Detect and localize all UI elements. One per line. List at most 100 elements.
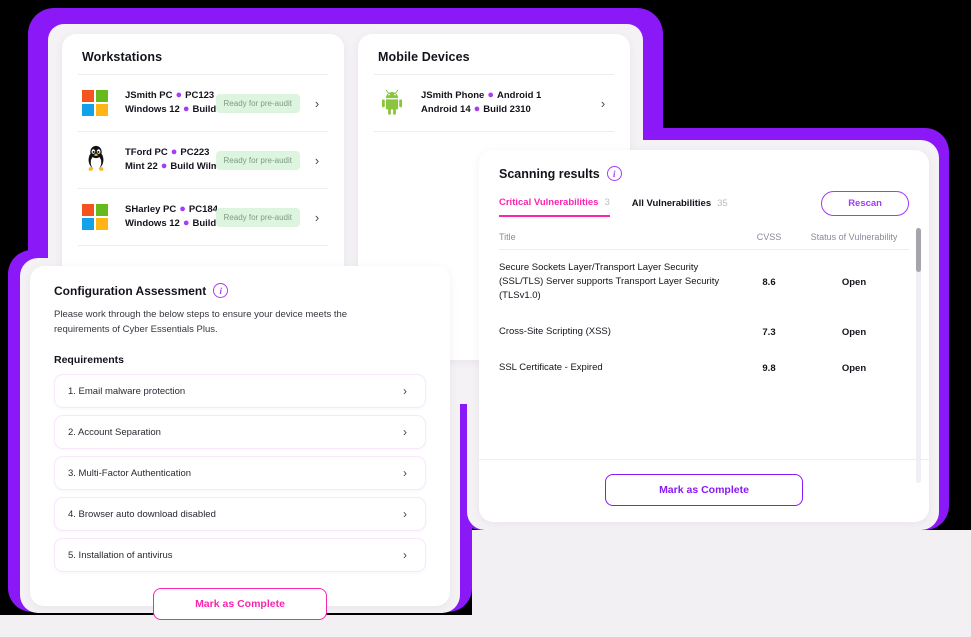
workstations-device-list: JSmith PC●PC123 Windows 12●Build 23H2 Re… bbox=[62, 74, 344, 247]
device-build: Build 2310 bbox=[483, 104, 531, 115]
tab-count: 35 bbox=[717, 198, 728, 209]
tab-all-vulnerabilities[interactable]: All Vulnerabilities 35 bbox=[632, 198, 728, 216]
requirement-label: 4. Browser auto download disabled bbox=[68, 508, 216, 520]
vulnerability-status: Open bbox=[841, 362, 867, 374]
requirements-label: Requirements bbox=[54, 354, 125, 366]
column-header-title: Title bbox=[499, 232, 516, 242]
configuration-assessment-card: Configuration Assessment i Please work t… bbox=[30, 266, 450, 620]
requirements-list: 1. Email malware protection › 2. Account… bbox=[30, 366, 450, 572]
tab-critical-vulnerabilities[interactable]: Critical Vulnerabilities 3 bbox=[499, 197, 610, 217]
requirement-item-1[interactable]: 1. Email malware protection › bbox=[54, 374, 426, 408]
device-id: Android 1 bbox=[497, 90, 542, 101]
separator-dot-icon: ● bbox=[160, 160, 168, 173]
device-id: PC223 bbox=[180, 147, 210, 158]
vulnerability-tabs: Critical Vulnerabilities 3 All Vulnerabil… bbox=[479, 181, 929, 223]
android-robot-icon bbox=[378, 88, 408, 118]
chevron-right-icon[interactable]: › bbox=[310, 154, 324, 167]
device-row-jsmith-phone[interactable]: JSmith Phone ● Android 1 Android 14 ● Build … bbox=[374, 74, 614, 131]
list-divider bbox=[78, 245, 328, 247]
configuration-footer: Mark as Complete bbox=[30, 579, 450, 620]
requirement-label: 2. Account Separation bbox=[68, 426, 161, 438]
vulnerability-status: Open bbox=[841, 326, 867, 338]
rescan-button[interactable]: Rescan bbox=[821, 191, 909, 216]
list-divider bbox=[374, 131, 614, 133]
table-row[interactable]: Cross-Site Scripting (XSS) 7.3 Open bbox=[499, 314, 909, 350]
device-row-sharley-pc[interactable]: SHarley PC●PC184 Windows 12●Build 23H2 R… bbox=[78, 188, 328, 245]
chevron-right-icon: › bbox=[403, 384, 407, 398]
configuration-description: Please work through the below steps to e… bbox=[54, 309, 348, 335]
table-row[interactable]: Secure Sockets Layer/Transport Layer Sec… bbox=[499, 250, 909, 314]
vulnerability-table: Title CVSS Status of Vulnerability Secur… bbox=[479, 223, 929, 386]
device-id: PC123 bbox=[185, 90, 215, 101]
device-row-jsmith-pc[interactable]: JSmith PC●PC123 Windows 12●Build 23H2 Re… bbox=[78, 74, 328, 131]
device-id: PC184 bbox=[188, 204, 218, 215]
requirement-item-3[interactable]: 3. Multi-Factor Authentication › bbox=[54, 456, 426, 490]
chevron-right-icon[interactable]: › bbox=[310, 97, 324, 110]
tab-label: Critical Vulnerabilities bbox=[499, 197, 599, 208]
mobile-devices-title: Mobile Devices bbox=[378, 50, 470, 64]
column-header-status: Status of Vulnerability bbox=[810, 232, 898, 242]
scanning-results-card: Scanning results i Critical Vulnerabilit… bbox=[479, 150, 929, 522]
column-header-cvss: CVSS bbox=[756, 232, 782, 242]
chevron-right-icon: › bbox=[403, 548, 407, 562]
device-os: Mint 22 bbox=[125, 161, 158, 172]
workstations-title: Workstations bbox=[82, 50, 163, 64]
vulnerability-title: Cross-Site Scripting (XSS) bbox=[499, 326, 611, 337]
device-os: Windows 12 bbox=[125, 104, 180, 115]
vulnerability-title: SSL Certificate - Expired bbox=[499, 362, 603, 373]
separator-dot-icon: ● bbox=[170, 146, 178, 159]
device-os: Windows 12 bbox=[125, 218, 180, 229]
scrollbar-thumb[interactable] bbox=[916, 228, 921, 272]
windows-logo-icon bbox=[82, 202, 112, 232]
table-header-row: Title CVSS Status of Vulnerability bbox=[499, 223, 909, 250]
info-circle-icon[interactable]: i bbox=[213, 283, 229, 298]
device-row-tford-pc[interactable]: TFord PC ● PC223 Mint 22 ● Build Wilma Ready… bbox=[78, 131, 328, 188]
requirement-item-4[interactable]: 4. Browser auto download disabled › bbox=[54, 497, 426, 531]
status-badge: Ready for pre-audit bbox=[215, 207, 300, 227]
scanning-header: Scanning results i bbox=[479, 150, 929, 181]
requirement-label: 1. Email malware protection bbox=[68, 385, 186, 397]
configuration-title: Configuration Assessment bbox=[54, 283, 207, 298]
separator-dot-icon: ● bbox=[179, 203, 186, 216]
device-name: JSmith Phone bbox=[421, 90, 485, 101]
scanning-title: Scanning results bbox=[499, 166, 600, 181]
separator-dot-icon: ● bbox=[487, 89, 494, 102]
vertical-scrollbar[interactable] bbox=[916, 228, 921, 483]
requirement-label: 3. Multi-Factor Authentication bbox=[68, 467, 192, 479]
device-os: Android 14 bbox=[421, 104, 471, 115]
device-name: SHarley PC bbox=[125, 204, 177, 215]
linux-penguin-icon bbox=[82, 145, 112, 175]
chevron-right-icon[interactable]: › bbox=[596, 97, 610, 110]
background-strip-right bbox=[472, 530, 971, 615]
info-circle-icon[interactable]: i bbox=[606, 166, 622, 181]
configuration-header: Configuration Assessment i bbox=[30, 266, 450, 298]
separator-dot-icon: ● bbox=[175, 89, 183, 102]
separator-dot-icon: ● bbox=[182, 217, 190, 230]
chevron-right-icon[interactable]: › bbox=[310, 211, 324, 224]
chevron-right-icon: › bbox=[403, 466, 407, 480]
device-name: JSmith PC bbox=[125, 90, 173, 101]
device-name: TFord PC bbox=[125, 147, 168, 158]
device-info: JSmith Phone ● Android 1 Android 14 ● Build … bbox=[421, 89, 596, 117]
mark-as-complete-button[interactable]: Mark as Complete bbox=[153, 588, 327, 620]
mobile-device-list: JSmith Phone ● Android 1 Android 14 ● Build … bbox=[358, 74, 630, 133]
table-row[interactable]: SSL Certificate - Expired 9.8 Open bbox=[499, 350, 909, 386]
tab-label: All Vulnerabilities bbox=[631, 198, 712, 209]
status-badge: Ready for pre-audit bbox=[215, 150, 300, 170]
vulnerability-cvss: 8.6 bbox=[762, 276, 776, 288]
mark-as-complete-button[interactable]: Mark as Complete bbox=[605, 474, 803, 506]
vulnerability-cvss: 7.3 bbox=[762, 326, 776, 338]
device-info: TFord PC ● PC223 Mint 22 ● Build Wilma bbox=[125, 146, 225, 174]
status-badge: Ready for pre-audit bbox=[215, 93, 300, 113]
requirement-item-2[interactable]: 2. Account Separation › bbox=[54, 415, 426, 449]
requirement-item-5[interactable]: 5. Installation of antivirus › bbox=[54, 538, 426, 572]
chevron-right-icon: › bbox=[403, 425, 407, 439]
vulnerability-status: Open bbox=[841, 276, 867, 288]
scanning-footer: Mark as Complete bbox=[479, 459, 929, 522]
device-info: SHarley PC●PC184 Windows 12●Build 23H2 bbox=[125, 203, 242, 231]
vulnerability-title: Secure Sockets Layer/Transport Layer Sec… bbox=[499, 262, 720, 301]
requirement-label: 5. Installation of antivirus bbox=[68, 549, 173, 561]
windows-logo-icon bbox=[82, 88, 112, 118]
tab-count: 3 bbox=[604, 197, 610, 208]
separator-dot-icon: ● bbox=[473, 103, 481, 116]
